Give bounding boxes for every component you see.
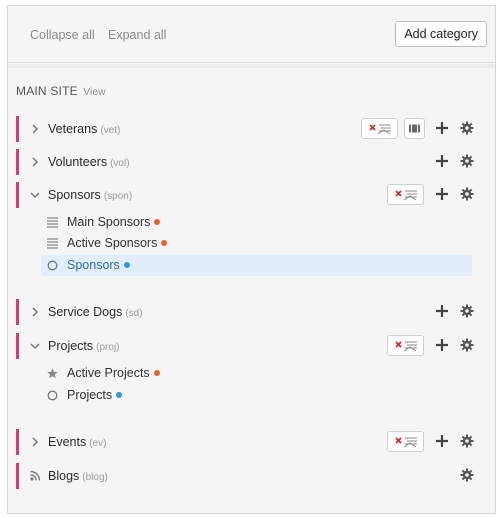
subcategory-label: Active Sponsors [67,236,168,250]
subcategory-item[interactable]: Active Projects [41,363,472,384]
star-icon [47,368,58,379]
subcategory-label: Projects [67,388,123,402]
subcategory-item[interactable]: Projects [41,385,472,406]
gear-icon[interactable] [460,154,474,168]
category-row-sponsors[interactable]: Sponsors (spon) [16,182,474,208]
category-label: Events (ev) [48,435,107,449]
category-label: Service Dogs (sd) [48,305,143,319]
circle-icon [47,260,58,271]
remove-filter-button[interactable] [387,184,424,205]
list-icon [47,217,58,228]
category-label: Blogs (blog) [48,469,108,483]
remove-filter-button[interactable] [387,431,424,452]
chevron-right-icon[interactable] [29,436,41,448]
chevron-right-icon[interactable] [29,123,41,135]
add-subcategory-plus-icon[interactable] [435,304,449,318]
category-accent-bar [16,182,19,208]
category-row-service-dogs[interactable]: Service Dogs (sd) [16,299,474,325]
add-subcategory-plus-icon[interactable] [435,121,449,135]
gear-icon[interactable] [460,468,474,482]
subcategory-label: Main Sponsors [67,215,161,229]
subcategory-item-selected[interactable]: Sponsors [41,255,472,276]
status-dot [153,369,160,376]
add-category-button[interactable]: Add category [395,21,487,47]
expand-all-link[interactable]: Expand all [108,28,166,42]
category-row-volunteers[interactable]: Volunteers (vol) [16,149,474,175]
toolbar-divider [8,64,495,68]
status-dot [116,391,123,398]
chevron-right-icon[interactable] [29,306,41,318]
subcategory-item[interactable]: Main Sponsors [41,212,472,233]
remove-filter-icon [395,190,417,201]
category-label: Projects (proj) [48,339,120,353]
gear-icon[interactable] [460,434,474,448]
collapse-all-link[interactable]: Collapse all [30,28,95,42]
add-subcategory-plus-icon[interactable] [435,154,449,168]
remove-filter-icon [369,124,391,135]
subcategory-label: Sponsors [67,258,130,272]
category-label: Veterans (vet) [48,122,121,136]
chevron-down-icon[interactable] [29,340,41,352]
category-accent-bar [16,463,19,489]
category-row-projects[interactable]: Projects (proj) [16,333,474,359]
category-accent-bar [16,299,19,325]
category-accent-bar [16,116,19,142]
gear-icon[interactable] [460,304,474,318]
toolbar: Collapse all Expand all Add category [8,6,495,63]
category-label: Sponsors (spon) [48,188,133,202]
site-name: MAIN SITE [16,84,78,98]
category-row-veterans[interactable]: Veterans (vet) [16,116,474,142]
add-subcategory-plus-icon[interactable] [435,187,449,201]
film-icon [409,124,420,133]
category-accent-bar [16,149,19,175]
category-accent-bar [16,333,19,359]
category-row-blogs[interactable]: Blogs (blog) [16,463,474,489]
gear-icon[interactable] [460,338,474,352]
remove-filter-icon [395,437,417,448]
category-label: Volunteers (vol) [48,155,130,169]
chevron-right-icon[interactable] [29,156,41,168]
gear-icon[interactable] [460,121,474,135]
status-dot [123,261,130,268]
site-view-link[interactable]: View [83,87,105,98]
status-dot [161,239,168,246]
list-icon [47,238,58,249]
category-accent-bar [16,429,19,455]
circle-icon [47,390,58,401]
category-row-events[interactable]: Events (ev) [16,429,474,455]
remove-filter-icon [395,341,417,352]
subcategory-item[interactable]: Active Sponsors [41,233,472,254]
rss-icon [30,470,41,481]
site-title: MAIN SITE View [16,84,106,98]
status-dot [154,218,161,225]
chevron-down-icon[interactable] [29,189,41,201]
remove-filter-button[interactable] [387,335,424,356]
add-subcategory-plus-icon[interactable] [435,338,449,352]
add-subcategory-plus-icon[interactable] [435,434,449,448]
subcategory-label: Active Projects [67,366,160,380]
remove-filter-button[interactable] [361,118,398,139]
media-button[interactable] [404,118,425,139]
gear-icon[interactable] [460,187,474,201]
